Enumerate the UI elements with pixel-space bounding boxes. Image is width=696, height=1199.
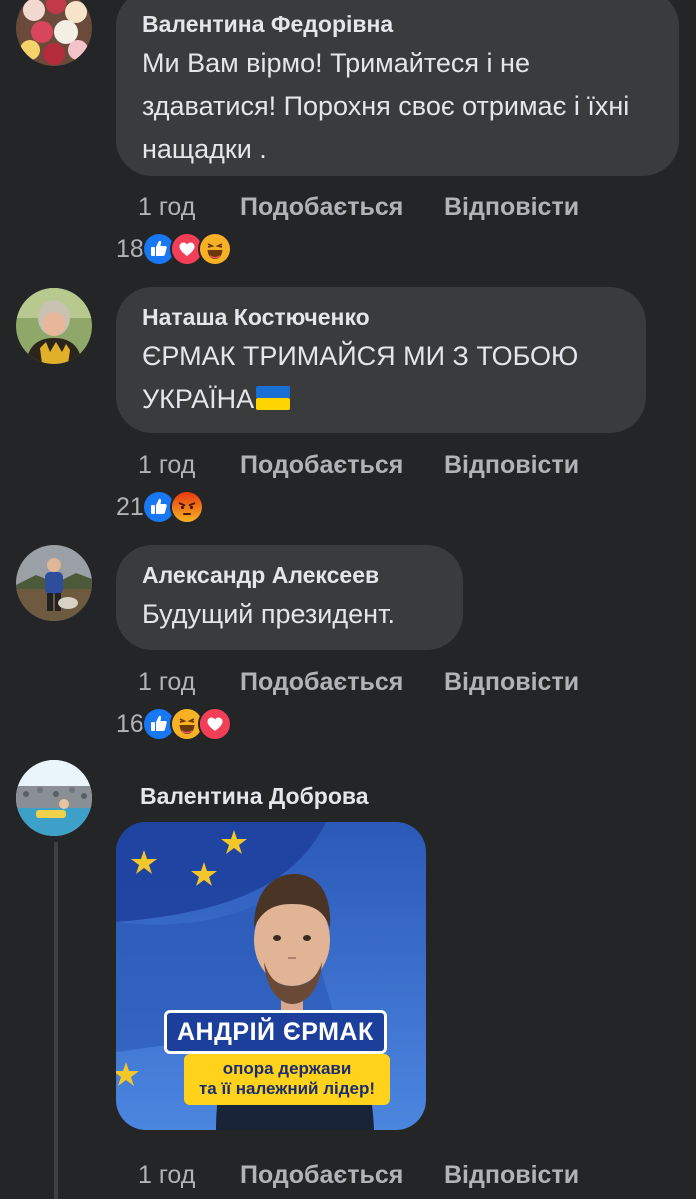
comment-bubble: Наташа Костюченко ЄРМАК ТРИМАЙСЯ МИ З ТО… [116,287,646,433]
comment-author[interactable]: Валентина Доброва [140,782,369,810]
reply-button[interactable]: Відповісти [444,450,579,480]
comment-actions: 1 год Подобається Відповісти [138,1160,579,1190]
comment-actions: 1 год Подобається Відповісти [138,450,579,480]
avatar[interactable] [16,288,92,364]
comment-time[interactable]: 1 год [138,1160,240,1190]
comment-author[interactable]: Александр Алексеев [142,561,437,589]
comment-actions: 1 год Подобається Відповісти [138,192,579,222]
comment-bubble: Александр Алексеев Будущий президент. [116,545,463,650]
comment-actions: 1 год Подобається Відповісти [138,667,579,697]
comment-time[interactable]: 1 год [138,192,240,222]
image-title: АНДРІЙ ЄРМАК [164,1010,387,1054]
avatar[interactable] [16,760,92,836]
comment-time[interactable]: 1 год [138,667,240,697]
ukraine-flag-icon [256,386,291,410]
comment-text: ЄРМАК ТРИМАЙСЯ МИ З ТОБОЮ УКРАЇНА [142,341,579,414]
haha-icon [197,232,232,266]
like-button[interactable]: Подобається [240,450,444,480]
like-button[interactable]: Подобається [240,667,444,697]
reaction-count: 21 [116,492,144,521]
comment-text: Будущий президент. [142,599,395,629]
comment-author[interactable]: Наташа Костюченко [142,303,620,331]
comment-text: Ми Вам вірмо! Тримайтеся і не здаватися!… [142,48,630,164]
angry-icon [169,490,204,524]
love-icon [197,707,232,741]
reaction-summary[interactable]: 21 [116,489,204,525]
like-button[interactable]: Подобається [240,192,444,222]
reply-button[interactable]: Відповісти [444,1160,579,1190]
reaction-count: 18 [116,234,144,263]
reaction-summary[interactable]: 16 [116,706,232,742]
avatar[interactable] [16,0,92,66]
comment-bubble: Валентина Федорівна Ми Вам вірмо! Тримай… [116,0,679,176]
reply-button[interactable]: Відповісти [444,667,579,697]
like-button[interactable]: Подобається [240,1160,444,1190]
reaction-count: 16 [116,709,144,738]
avatar[interactable] [16,545,92,621]
comment-image[interactable]: АНДРІЙ ЄРМАК опора держави та її належни… [116,822,426,1130]
comment-author[interactable]: Валентина Федорівна [142,10,653,38]
thread-line [54,842,58,1199]
reaction-summary[interactable]: 18 [116,231,232,267]
comment-time[interactable]: 1 год [138,450,240,480]
image-subtitle: опора держави та її належний лідер! [184,1054,390,1105]
reply-button[interactable]: Відповісти [444,192,579,222]
